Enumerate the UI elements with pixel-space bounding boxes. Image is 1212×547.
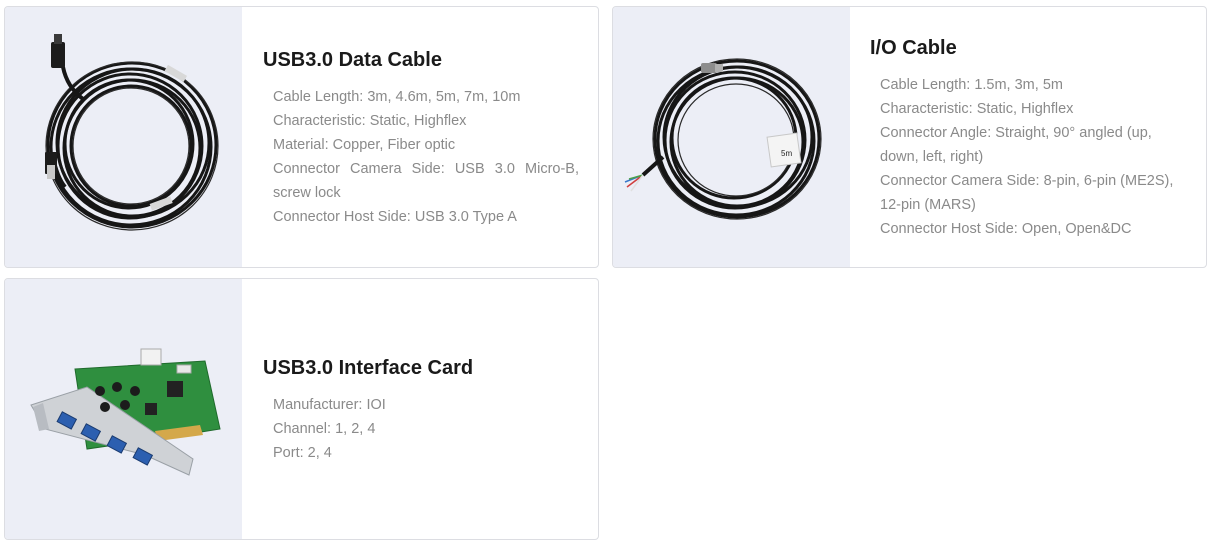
product-card-usb-data-cable[interactable]: USB3.0 Data Cable Cable Length: 3m, 4.6m… [4, 6, 599, 268]
spec-item: Characteristic: Static, Highflex [880, 101, 1074, 117]
spec-list: Manufacturer: IOI Channel: 1, 2, 4 Port:… [273, 393, 573, 465]
product-title[interactable]: I/O Cable [870, 37, 957, 60]
spec-item: Channel: 1, 2, 4 [273, 421, 376, 437]
spec-item: Connector Host Side: Open, Open&DC [880, 221, 1132, 237]
spec-item: Material: Copper, Fiber optic [273, 137, 456, 153]
usb-interface-card-image[interactable] [5, 279, 242, 539]
spec-item: Cable Length: 3m, 4.6m, 5m, 7m, 10m [273, 89, 521, 105]
spec-item: Connector Angle: Straight, 90° angled (u… [880, 125, 1152, 165]
product-card-usb-interface-card[interactable]: USB3.0 Interface Card Manufacturer: IOI … [4, 278, 599, 540]
product-title[interactable]: USB3.0 Interface Card [263, 357, 473, 380]
cable-tag-label: 5m [781, 149, 792, 158]
spec-item: Cable Length: 1.5m, 3m, 5m [880, 77, 1063, 93]
spec-list: Cable Length: 1.5m, 3m, 5m Characteristi… [880, 73, 1180, 241]
pcie-card-icon [30, 348, 221, 476]
spec-item: Connector Camera Side: USB 3.0 Micro-B, … [273, 161, 579, 201]
spec-item: Manufacturer: IOI [273, 397, 386, 413]
product-card-io-cable[interactable]: 5m I/O Cable Cable Length: 1.5m, 3m, 5m … [612, 6, 1207, 268]
spec-item: Connector Host Side: USB 3.0 Type A [273, 209, 517, 225]
spec-item: Characteristic: Static, Highflex [273, 113, 467, 129]
product-title[interactable]: USB3.0 Data Cable [263, 49, 442, 72]
cable-coil-icon [45, 34, 219, 231]
cable-coil-icon: 5m [624, 58, 822, 220]
io-cable-image[interactable]: 5m [613, 7, 850, 267]
usb-data-cable-image[interactable] [5, 7, 242, 267]
spec-item: Connector Camera Side: 8-pin, 6-pin (ME2… [880, 173, 1174, 213]
spec-list: Cable Length: 3m, 4.6m, 5m, 7m, 10m Char… [273, 85, 579, 229]
spec-item: Port: 2, 4 [273, 445, 332, 461]
